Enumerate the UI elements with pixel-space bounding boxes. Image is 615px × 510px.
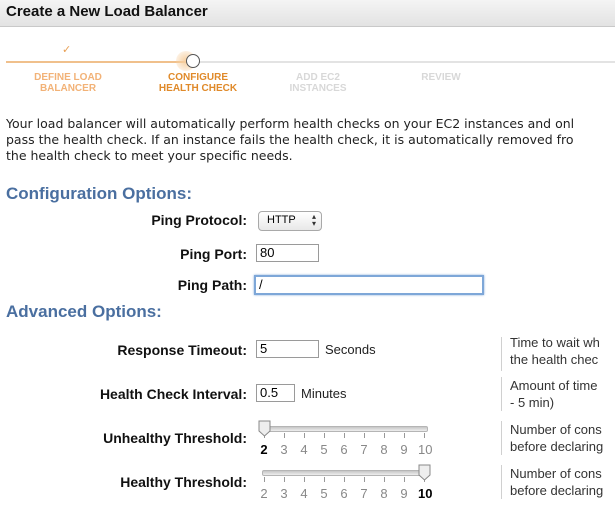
- slider-option-label[interactable]: 7: [358, 442, 370, 457]
- slider-tick: [324, 433, 325, 438]
- slider-option-label[interactable]: 5: [318, 486, 330, 501]
- slider-option-label[interactable]: 4: [298, 486, 310, 501]
- health-check-interval-input[interactable]: 0.5: [256, 384, 295, 402]
- slider-tick: [344, 433, 345, 438]
- ping-protocol-select[interactable]: HTTP ▴ ▾: [258, 211, 322, 231]
- ping-path-input[interactable]: /: [254, 275, 484, 295]
- slider-tick: [284, 433, 285, 438]
- healthy-threshold-label: Healthy Threshold:: [120, 474, 247, 490]
- intro-line: the health check to meet your specific n…: [6, 148, 293, 163]
- health-check-interval-label: Health Check Interval:: [99, 386, 247, 402]
- wizard-step-configure-health-check: CONFIGURE HEALTH CHECK: [158, 72, 238, 94]
- ping-port-label: Ping Port:: [180, 246, 247, 262]
- slider-track[interactable]: [262, 470, 428, 476]
- slider-option-label[interactable]: 4: [298, 442, 310, 457]
- slider-option-label[interactable]: 10: [418, 486, 432, 501]
- hint-line: - 5 min): [510, 395, 555, 410]
- slider-scale: 2 3 4 5 6 7 8 9 10: [258, 486, 438, 502]
- slider-option-label[interactable]: 9: [398, 442, 410, 457]
- healthy-threshold-hint: Number of cons before declaring: [510, 465, 615, 499]
- slider-option-label[interactable]: 8: [378, 442, 390, 457]
- slider-option-label[interactable]: 2: [258, 486, 270, 501]
- slider-option-label[interactable]: 7: [358, 486, 370, 501]
- hint-line: Number of cons: [510, 466, 602, 481]
- slider-tick: [424, 433, 425, 438]
- configuration-options-heading: Configuration Options:: [6, 184, 193, 203]
- slider-tick: [364, 477, 365, 482]
- slider-option-label[interactable]: 8: [378, 486, 390, 501]
- hint-divider: [501, 465, 502, 499]
- current-step-marker-icon: [186, 54, 200, 68]
- intro-line: pass the health check. If an instance fa…: [6, 132, 574, 147]
- unhealthy-threshold-label: Unhealthy Threshold:: [103, 430, 247, 446]
- response-timeout-input[interactable]: 5: [256, 340, 319, 358]
- slider-tick: [404, 433, 405, 438]
- slider-tick: [304, 433, 305, 438]
- slider-tick: [344, 477, 345, 482]
- slider-scale: 2 3 4 5 6 7 8 9 10: [258, 442, 438, 458]
- hint-line: the health chec: [510, 352, 599, 367]
- ping-protocol-value: HTTP: [267, 214, 296, 226]
- select-arrows-icon: ▴ ▾: [311, 212, 316, 228]
- wizard-step-add-ec2-instances: ADD EC2 INSTANCES: [289, 72, 347, 94]
- slider-option-label[interactable]: 9: [398, 486, 410, 501]
- slider-option-label[interactable]: 6: [338, 486, 350, 501]
- hint-divider: [501, 377, 502, 411]
- slider-tick: [284, 477, 285, 482]
- slider-tick: [304, 477, 305, 482]
- health-check-interval-hint: Amount of time - 5 min): [510, 377, 615, 411]
- ping-protocol-label: Ping Protocol:: [151, 212, 247, 228]
- intro-text: Your load balancer will automatically pe…: [6, 116, 615, 164]
- slider-option-label[interactable]: 2: [258, 442, 270, 457]
- unhealthy-threshold-hint: Number of cons before declaring: [510, 421, 615, 455]
- slider-tick: [384, 477, 385, 482]
- slider-thumb[interactable]: [418, 464, 431, 481]
- slider-option-label[interactable]: 6: [338, 442, 350, 457]
- hint-line: Time to wait wh: [510, 335, 600, 350]
- wizard-step-define-load-balancer[interactable]: DEFINE LOAD BALANCER: [8, 72, 128, 94]
- wizard-progress: ✓ DEFINE LOAD BALANCER CONFIGURE HEALTH …: [0, 38, 615, 98]
- advanced-options-heading: Advanced Options:: [6, 302, 162, 321]
- slider-tick: [364, 433, 365, 438]
- slider-tick: [264, 477, 265, 482]
- slider-tick: [404, 477, 405, 482]
- slider-option-label[interactable]: 3: [278, 486, 290, 501]
- hint-line: before declaring: [510, 439, 604, 454]
- wizard-progress-line-todo: [194, 61, 615, 63]
- intro-line: Your load balancer will automatically pe…: [6, 116, 575, 131]
- slider-option-label[interactable]: 5: [318, 442, 330, 457]
- wizard-step-review: REVIEW: [421, 72, 461, 83]
- ping-port-input[interactable]: 80: [256, 244, 319, 262]
- ping-path-label: Ping Path:: [177, 277, 247, 293]
- hint-line: Number of cons: [510, 422, 602, 437]
- page-title: Create a New Load Balancer: [6, 3, 208, 20]
- response-timeout-hint: Time to wait wh the health chec: [510, 334, 615, 368]
- slider-track[interactable]: [262, 426, 428, 432]
- slider-option-label[interactable]: 3: [278, 442, 290, 457]
- hint-divider: [501, 421, 502, 455]
- health-check-interval-unit: Minutes: [301, 386, 347, 401]
- title-bar: Create a New Load Balancer: [0, 0, 615, 27]
- hint-divider: [501, 337, 502, 371]
- response-timeout-unit: Seconds: [325, 342, 376, 357]
- slider-option-label[interactable]: 10: [418, 442, 432, 457]
- hint-line: before declaring: [510, 483, 604, 498]
- slider-thumb[interactable]: [258, 420, 271, 437]
- slider-tick: [324, 477, 325, 482]
- checkmark-icon: ✓: [62, 44, 72, 56]
- wizard-progress-line-done: [6, 61, 194, 63]
- slider-tick: [384, 433, 385, 438]
- response-timeout-label: Response Timeout:: [117, 342, 247, 358]
- hint-line: Amount of time: [510, 378, 598, 393]
